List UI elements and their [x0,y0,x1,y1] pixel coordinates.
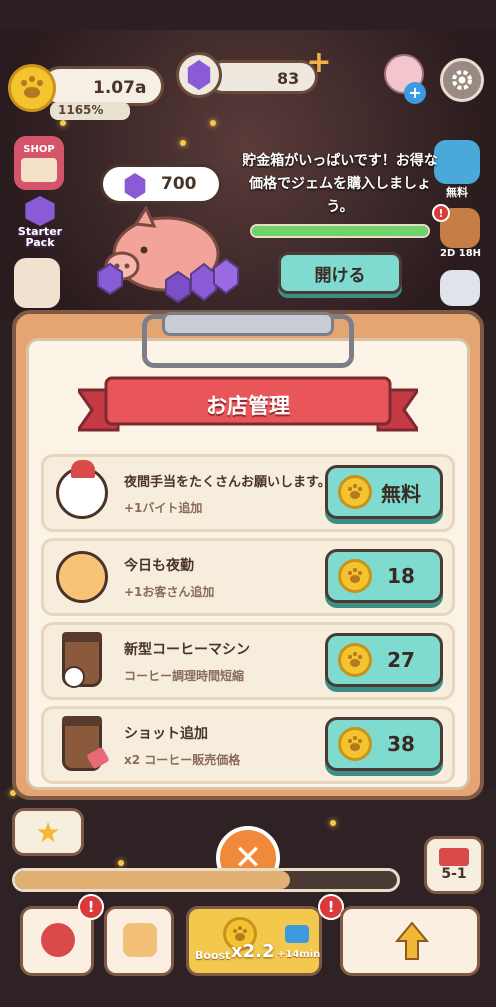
yarn-ball-icon [41,923,75,957]
coin-icon [338,643,372,677]
video-ad-icon [285,925,309,943]
game-screen: 1.07a 1165% 83 + + SHOP Starter Pack 無料 … [0,0,496,1007]
row-title: 新型コーヒーマシン [124,642,250,658]
sparkle-decoration [330,820,336,826]
price-label: 38 [387,732,415,756]
calendar-icon[interactable] [440,270,480,306]
coin-counter: 1.07a [40,66,164,106]
gem-icon [176,52,222,98]
star-icon: ★ [35,815,61,849]
sparkle-decoration [180,140,186,146]
buy-button-2[interactable]: 27 [325,633,443,687]
coin-icon [338,727,372,761]
gem-amount: 83 [277,69,300,88]
boost-button[interactable]: Boost x2.2 +14min [186,906,322,976]
coffee-cup-clock-icon [62,632,102,688]
buy-button-3[interactable]: 38 [325,717,443,771]
coin-icon [8,64,56,112]
price-label: 27 [387,648,415,672]
income-rate-bar: 1165% [50,102,130,120]
shop-label: SHOP [23,144,55,155]
row-subtitle: +1お客さん追加 [124,585,215,599]
row-subtitle: コーヒー調理時間短縮 [124,669,245,683]
shop-icon [21,158,57,182]
add-gems-button[interactable]: + [306,48,332,78]
price-label: 無料 [381,481,421,506]
cat-shirt-icon [123,923,157,957]
starter-pack-button[interactable]: Starter Pack [14,196,66,250]
clipboard-clip-top [162,312,334,336]
coin-amount: 1.07a [93,78,147,98]
boost-label: Boost [195,949,231,962]
row-title: ショット追加 [124,726,208,742]
gear-icon [452,70,472,90]
stage-button[interactable]: 5-1 [424,836,484,894]
truck-icon [439,848,469,866]
piggy-gem-bubble: 700 [100,164,222,204]
piggy-gem-amount: 700 [161,174,197,194]
gem-counter: 83 [206,60,318,94]
buy-button-1[interactable]: 18 [325,549,443,603]
price-label: 18 [387,564,415,588]
starter-pack-icon [25,196,55,226]
row-title: 夜間手当をたくさんお願いします。 [124,475,331,490]
free-label: 無料 [446,186,468,199]
upgrade-arrow-button[interactable] [340,906,480,976]
row-subtitle: +1バイト追加 [124,501,203,515]
gem-icon [124,173,146,199]
coin-icon [338,559,372,593]
orange-tabby-cat-icon [56,551,108,603]
coffee-cup-tag-icon [62,716,110,771]
video-gift-icon[interactable] [434,140,480,184]
boost-time: +14min [277,949,321,960]
piggy-progress-bar [250,224,430,238]
starter-pack-label: Starter Pack [17,225,63,249]
add-avatar-icon[interactable]: + [404,82,426,104]
alert-badge: ! [78,894,104,920]
piggy-message: 貯金箱がいっぱいです！お得な価格でジェムを購入しましょう。 [242,153,438,215]
settings-gear-button[interactable] [440,58,484,102]
sparkle-decoration [60,120,66,126]
shop-button[interactable]: SHOP [14,136,64,190]
boost-multiplier: x2.2 [231,941,275,962]
sparkle-decoration [118,860,124,866]
stage-label: 5-1 [441,866,467,882]
sparkle-decoration [210,120,216,126]
piggy-progress-fill [252,226,428,236]
open-piggy-button[interactable]: 開ける [278,252,402,294]
stage-progress-bar [12,868,400,892]
piggy-bank-icon[interactable] [96,206,256,306]
up-arrow-icon [395,921,429,960]
lucky-cat-button[interactable] [14,258,60,308]
star-button[interactable]: ★ [12,808,84,856]
income-rate: 1165% [58,103,104,117]
event-timer: 2D 18H [440,248,482,259]
buy-button-0[interactable]: 無料 [325,465,443,519]
stage-progress-fill [15,871,291,889]
panel-title: お店管理 [206,394,290,418]
white-cat-santa-hat-icon [56,460,108,519]
row-subtitle: x2 コーヒー販売価格 [124,753,241,767]
cat-outfit-tab[interactable] [104,906,174,976]
coin-icon [338,475,372,509]
row-title: 今日も夜勤 [124,558,194,574]
